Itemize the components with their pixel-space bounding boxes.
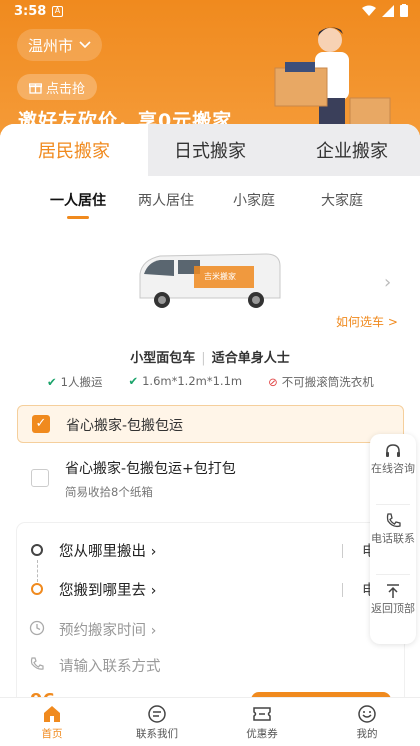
city-selector[interactable]: 温州市 — [17, 29, 102, 61]
contact-input[interactable]: 请输入联系方式 — [59, 655, 161, 676]
back-to-top-label: 返回顶部 — [371, 602, 415, 615]
tab-residential[interactable]: 居民搬家 — [0, 124, 148, 176]
how-to-choose-link[interactable]: 如何选车 > — [336, 313, 398, 330]
option-packing-label: 省心搬家-包搬包运+包打包 — [65, 461, 236, 477]
phone-outline-icon — [30, 657, 44, 670]
spec-item: ⊘ 不可搬滚筒洗衣机 — [268, 374, 374, 390]
household-size-tabs: 一人居住 两人居住 小家庭 大家庭 — [0, 190, 420, 222]
nav-home-label: 首页 — [41, 728, 63, 740]
bottom-nav: 首页 联系我们 优惠券 我的 — [0, 697, 420, 746]
vehicle-specs: ✔ 1人搬运 ✔ 1.6m*1.2m*1.1m ⊘ 不可搬滚筒洗衣机 — [47, 374, 374, 390]
check-icon: ✔ — [47, 375, 57, 389]
subtab-single[interactable]: 一人居住 — [28, 190, 128, 210]
status-time: 3:58 — [14, 4, 47, 19]
nav-contact[interactable]: 联系我们 — [117, 704, 197, 741]
check-icon: ✔ — [128, 374, 139, 388]
next-vehicle-icon[interactable]: › — [384, 272, 391, 293]
address-form: 您从哪里搬出 › 电话 您搬到哪里去 › 电话 预约搬家时间 › 请输入联系方式 — [17, 523, 404, 713]
promo-button-label: 点击抢 — [45, 81, 85, 97]
to-address-field[interactable]: 您搬到哪里去 › — [59, 579, 156, 600]
nav-coupons[interactable]: 优惠券 — [222, 704, 302, 741]
subtab-two[interactable]: 两人居住 — [116, 190, 216, 210]
coupon-icon — [253, 707, 271, 721]
to-label: 您搬到哪里去 — [59, 583, 146, 599]
route-connector — [37, 560, 38, 582]
phone-contact-label: 电话联系 — [371, 532, 415, 545]
promo-claim-button[interactable]: 点击抢 — [17, 74, 97, 100]
nav-me-label: 我的 — [356, 728, 378, 740]
wifi-icon — [362, 5, 376, 16]
tab-japanese[interactable]: 日式搬家 — [148, 124, 272, 176]
spec-item: ✔ 1.6m*1.2m*1.1m — [128, 374, 242, 390]
phone-contact-button[interactable]: 电话联系 — [370, 512, 416, 546]
notification-icon: A — [52, 6, 63, 17]
nav-home[interactable]: 首页 — [12, 704, 92, 741]
online-consult-label: 在线咨询 — [371, 462, 415, 475]
divider — [376, 574, 410, 575]
divider — [342, 583, 343, 597]
signal-icon — [382, 4, 394, 17]
option-packing[interactable]: 省心搬家-包搬包运+包打包 简易收拾8个纸箱 — [17, 450, 404, 510]
arrow-up-icon — [387, 584, 399, 598]
back-to-top-button[interactable]: 返回顶部 — [370, 582, 416, 616]
spec-text: 不可搬滚筒洗衣机 — [281, 375, 374, 389]
vehicle-suitable: 适合单身人士 — [211, 351, 290, 366]
from-label: 您从哪里搬出 — [59, 544, 146, 560]
online-consult-button[interactable]: 在线咨询 — [370, 442, 416, 476]
divider — [342, 544, 343, 558]
clock-icon — [29, 620, 45, 636]
van-brand-text: 吉米搬家 — [204, 271, 236, 281]
spec-text: 1.6m*1.2m*1.1m — [142, 374, 243, 388]
vehicle-title: 小型面包车 | 适合单身人士 — [0, 347, 420, 366]
checkbox-unchecked-icon[interactable] — [31, 469, 49, 487]
home-icon — [44, 706, 60, 722]
option-packing-sub: 简易收拾8个纸箱 — [65, 485, 153, 499]
contact-row[interactable]: 请输入联系方式 — [17, 651, 404, 681]
option-basic-label: 省心搬家-包搬包运 — [66, 418, 184, 434]
checkbox-checked-icon[interactable]: ✓ — [32, 415, 50, 433]
subtab-small-family[interactable]: 小家庭 — [204, 190, 304, 210]
to-address-row[interactable]: 您搬到哪里去 › 电话 — [17, 575, 404, 605]
time-label: 预约搬家时间 — [59, 623, 146, 639]
divider — [376, 504, 410, 505]
status-icons — [362, 4, 408, 17]
no-icon: ⊘ — [268, 375, 278, 389]
gift-icon — [28, 82, 42, 94]
floating-menu: 在线咨询 电话联系 返回顶部 — [370, 434, 416, 644]
from-address-row[interactable]: 您从哪里搬出 › 电话 — [17, 536, 404, 566]
tab-enterprise[interactable]: 企业搬家 — [290, 124, 414, 176]
battery-icon — [400, 4, 408, 17]
destination-dot-icon — [31, 583, 43, 595]
city-label: 温州市 — [27, 36, 73, 55]
van-image: 吉米搬家 — [139, 253, 281, 308]
option-basic[interactable]: ✓ 省心搬家-包搬包运 — [17, 405, 404, 443]
from-address-field[interactable]: 您从哪里搬出 › — [59, 540, 156, 561]
smile-icon — [358, 705, 376, 723]
time-row[interactable]: 预约搬家时间 › — [17, 615, 404, 645]
spec-item: ✔ 1人搬运 — [47, 374, 102, 390]
nav-coupons-label: 优惠券 — [246, 728, 278, 740]
spec-text: 1人搬运 — [60, 375, 103, 389]
vehicle-type: 小型面包车 — [130, 351, 196, 366]
chat-icon — [148, 705, 166, 723]
nav-contact-label: 联系我们 — [136, 728, 178, 740]
headset-icon — [386, 444, 400, 457]
origin-dot-icon — [31, 544, 43, 556]
service-tabs: 居民搬家 日式搬家 企业搬家 — [0, 124, 420, 176]
mover-illustration — [274, 27, 391, 129]
time-field[interactable]: 预约搬家时间 › — [59, 619, 156, 640]
phone-icon — [386, 513, 401, 528]
title-separator: | — [201, 351, 206, 366]
nav-me[interactable]: 我的 — [327, 704, 407, 741]
chevron-down-icon — [79, 41, 91, 49]
subtab-indicator — [67, 216, 89, 219]
subtab-large-family[interactable]: 大家庭 — [292, 190, 392, 210]
